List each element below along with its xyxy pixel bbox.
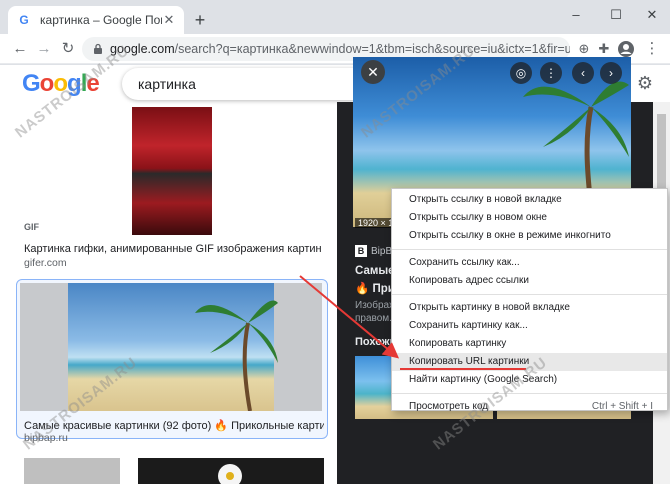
reload-button[interactable]: ↻ xyxy=(58,39,78,59)
menu-separator xyxy=(392,393,667,394)
close-window-button[interactable]: ✕ xyxy=(640,6,664,24)
menu-item-copy-link-address[interactable]: Копировать адрес ссылки xyxy=(392,272,667,290)
menu-item-open-link-incognito[interactable]: Открыть ссылку в окне в режиме инкогнито xyxy=(392,227,667,245)
google-favicon-icon: G xyxy=(19,13,29,27)
maximize-button[interactable]: ☐ xyxy=(604,6,628,24)
menu-item-open-image-new-tab[interactable]: Открыть картинку в новой вкладке xyxy=(392,299,667,317)
settings-gear-icon[interactable]: ⚙ xyxy=(634,72,656,94)
result-thumbnail-beach[interactable] xyxy=(20,283,322,411)
preview-description: Изображ xyxy=(355,300,396,311)
menu-kebab-icon[interactable]: ⋮ xyxy=(642,39,662,59)
more-options-icon[interactable]: ⋮ xyxy=(540,62,562,84)
preview-title[interactable]: Самые xyxy=(355,265,395,277)
result-source[interactable]: gifer.com xyxy=(24,257,67,269)
menu-item-save-link-as[interactable]: Сохранить ссылку как... xyxy=(392,254,667,272)
next-image-button[interactable]: › xyxy=(600,62,622,84)
profile-avatar-icon[interactable] xyxy=(616,39,636,59)
palm-tree-decoration xyxy=(195,300,278,411)
annotation-underline xyxy=(400,368,526,370)
browser-tab[interactable]: G картинка – Google Поиск ✕ xyxy=(8,6,184,34)
translate-icon[interactable]: ⊕ xyxy=(574,39,594,59)
lock-icon xyxy=(94,43,102,54)
gif-badge: GIF xyxy=(24,222,39,232)
result-thumbnail[interactable] xyxy=(24,458,120,484)
menu-item-open-link-new-window[interactable]: Открыть ссылку в новом окне xyxy=(392,209,667,227)
menu-separator xyxy=(392,249,667,250)
menu-item-open-link-new-tab[interactable]: Открыть ссылку в новой вкладке xyxy=(392,191,667,209)
menu-item-save-image-as[interactable]: Сохранить картинку как... xyxy=(392,317,667,335)
back-button[interactable]: ← xyxy=(10,39,30,59)
forward-button[interactable]: → xyxy=(34,39,54,59)
visual-search-icon[interactable]: ◎ xyxy=(510,62,532,84)
result-caption[interactable]: Картинка гифки, анимированные GIF изобра… xyxy=(24,243,322,255)
result-thumbnail-flower[interactable] xyxy=(138,458,324,484)
url-text: google.com/search?q=картинка&newwindow=1… xyxy=(110,42,570,56)
tab-title: картинка – Google Поиск xyxy=(40,13,162,27)
menu-item-inspect[interactable]: Просмотреть код Ctrl + Shift + I xyxy=(392,398,667,416)
new-tab-button[interactable]: + xyxy=(192,11,208,29)
extensions-icon[interactable]: ✚ xyxy=(594,39,614,59)
minimize-button[interactable]: – xyxy=(564,6,588,24)
inspect-shortcut: Ctrl + Shift + I xyxy=(591,401,653,412)
tab-strip: G картинка – Google Поиск ✕ + – ☐ ✕ xyxy=(0,0,670,34)
source-favicon-icon: B xyxy=(355,245,367,257)
preview-close-button[interactable]: ✕ xyxy=(361,60,385,84)
menu-separator xyxy=(392,294,667,295)
result-thumbnail-rose-gif[interactable] xyxy=(132,107,212,235)
previous-image-button[interactable]: ‹ xyxy=(572,62,594,84)
menu-item-copy-image[interactable]: Копировать картинку xyxy=(392,335,667,353)
preview-description-line2: правом. xyxy=(355,313,392,324)
tab-close-icon[interactable]: ✕ xyxy=(162,13,176,27)
